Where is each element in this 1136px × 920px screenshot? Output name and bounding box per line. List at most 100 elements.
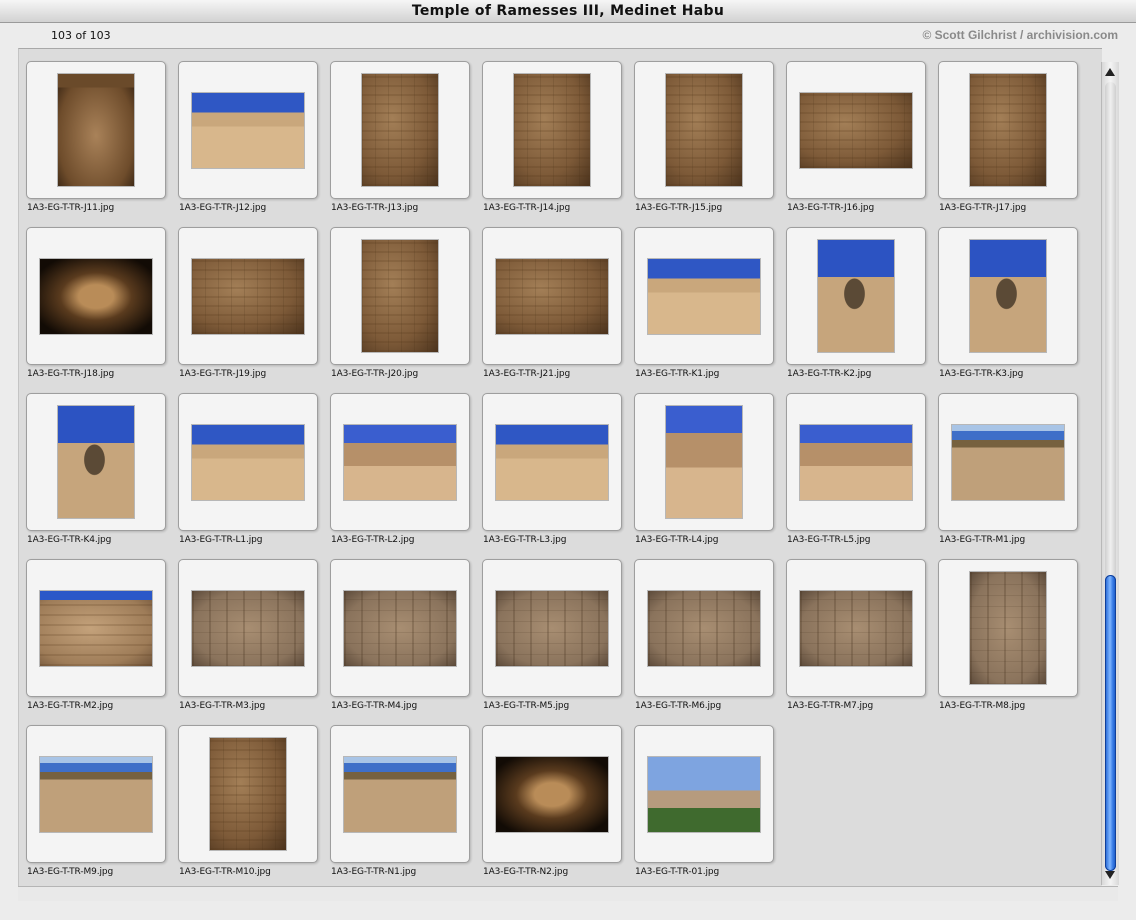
slide-mount[interactable] [786,227,926,365]
thumbnail-image[interactable] [58,406,134,518]
thumbnail-image[interactable] [514,74,590,186]
slide-mount[interactable] [634,227,774,365]
thumbnail-item[interactable]: 1A3-EG-T-TR-L2.jpg [323,381,475,547]
thumbnail-item[interactable]: 1A3-EG-T-TR-K2.jpg [779,215,931,381]
thumbnail-item[interactable]: 1A3-EG-T-TR-M6.jpg [627,547,779,713]
slide-mount[interactable] [330,559,470,697]
thumbnail-item[interactable]: 1A3-EG-T-TR-J21.jpg [475,215,627,381]
thumbnail-item[interactable]: 1A3-EG-T-TR-N1.jpg [323,713,475,879]
slide-mount[interactable] [26,227,166,365]
slide-mount[interactable] [938,559,1078,697]
thumbnail-image[interactable] [666,406,742,518]
thumbnail-item[interactable]: 1A3-EG-T-TR-M10.jpg [171,713,323,879]
thumbnail-item[interactable]: 1A3-EG-T-TR-L4.jpg [627,381,779,547]
slide-mount[interactable] [634,725,774,863]
thumbnail-item[interactable]: 1A3-EG-T-TR-J20.jpg [323,215,475,381]
thumbnail-item[interactable]: 1A3-EG-T-TR-J11.jpg [19,49,171,215]
thumbnail-item[interactable]: 1A3-EG-T-TR-M2.jpg [19,547,171,713]
slide-mount[interactable] [178,725,318,863]
thumbnail-image[interactable] [40,259,152,334]
thumbnail-item[interactable]: 1A3-EG-T-TR-M7.jpg [779,547,931,713]
thumbnail-image[interactable] [192,259,304,334]
slide-mount[interactable] [330,61,470,199]
thumbnail-item[interactable]: 1A3-EG-T-TR-L3.jpg [475,381,627,547]
slide-mount[interactable] [634,61,774,199]
thumbnail-item[interactable]: 1A3-EG-T-TR-L1.jpg [171,381,323,547]
thumbnail-image[interactable] [648,757,760,832]
slide-mount[interactable] [330,725,470,863]
thumbnail-image[interactable] [496,425,608,500]
thumbnail-item[interactable]: 1A3-EG-T-TR-M4.jpg [323,547,475,713]
thumbnail-item[interactable]: 1A3-EG-T-TR-M9.jpg [19,713,171,879]
vertical-scrollbar[interactable] [1101,62,1119,885]
thumbnail-item[interactable]: 1A3-EG-T-TR-J18.jpg [19,215,171,381]
slide-mount[interactable] [482,559,622,697]
slide-mount[interactable] [482,227,622,365]
thumbnail-image[interactable] [344,425,456,500]
slide-mount[interactable] [938,61,1078,199]
slide-mount[interactable] [330,393,470,531]
thumbnail-image[interactable] [818,240,894,352]
slide-mount[interactable] [482,393,622,531]
slide-mount[interactable] [482,61,622,199]
thumbnail-image[interactable] [210,738,286,850]
thumbnail-item[interactable]: 1A3-EG-T-TR-L5.jpg [779,381,931,547]
slide-mount[interactable] [938,393,1078,531]
thumbnail-image[interactable] [192,425,304,500]
thumbnail-image[interactable] [970,74,1046,186]
thumbnail-item[interactable]: 1A3-EG-T-TR-M5.jpg [475,547,627,713]
slide-mount[interactable] [482,725,622,863]
thumbnail-image[interactable] [666,74,742,186]
thumbnail-image[interactable] [496,757,608,832]
thumbnail-image[interactable] [800,591,912,666]
slide-mount[interactable] [178,393,318,531]
slide-mount[interactable] [786,393,926,531]
thumbnail-image[interactable] [496,591,608,666]
thumbnail-item[interactable]: 1A3-EG-T-TR-J19.jpg [171,215,323,381]
slide-mount[interactable] [26,61,166,199]
thumbnail-item[interactable]: 1A3-EG-T-TR-K4.jpg [19,381,171,547]
thumbnail-image[interactable] [40,591,152,666]
slide-mount[interactable] [178,559,318,697]
slide-mount[interactable] [26,559,166,697]
thumbnail-image[interactable] [344,591,456,666]
thumbnail-image[interactable] [648,259,760,334]
thumbnail-image[interactable] [40,757,152,832]
scroll-thumb[interactable] [1105,575,1116,871]
slide-mount[interactable] [634,393,774,531]
thumbnail-image[interactable] [648,591,760,666]
thumbnail-item[interactable]: 1A3-EG-T-TR-J14.jpg [475,49,627,215]
thumbnail-item[interactable]: 1A3-EG-T-TR-K3.jpg [931,215,1083,381]
thumbnail-item[interactable]: 1A3-EG-T-TR-J16.jpg [779,49,931,215]
slide-mount[interactable] [178,61,318,199]
slide-mount[interactable] [786,559,926,697]
thumbnail-item[interactable]: 1A3-EG-T-TR-J13.jpg [323,49,475,215]
thumbnail-item[interactable]: 1A3-EG-T-TR-01.jpg [627,713,779,879]
slide-mount[interactable] [26,725,166,863]
thumbnail-image[interactable] [192,93,304,168]
thumbnail-image[interactable] [800,425,912,500]
slide-mount[interactable] [26,393,166,531]
thumbnail-item[interactable]: 1A3-EG-T-TR-J15.jpg [627,49,779,215]
slide-mount[interactable] [178,227,318,365]
thumbnail-image[interactable] [192,591,304,666]
thumbnail-image[interactable] [58,74,134,186]
slide-mount[interactable] [330,227,470,365]
thumbnail-image[interactable] [362,74,438,186]
thumbnail-image[interactable] [970,572,1046,684]
scroll-up-arrow-icon[interactable] [1105,68,1115,76]
thumbnail-image[interactable] [344,757,456,832]
thumbnail-item[interactable]: 1A3-EG-T-TR-K1.jpg [627,215,779,381]
slide-mount[interactable] [634,559,774,697]
thumbnail-image[interactable] [800,93,912,168]
thumbnail-item[interactable]: 1A3-EG-T-TR-J12.jpg [171,49,323,215]
thumbnail-image[interactable] [362,240,438,352]
thumbnail-item[interactable]: 1A3-EG-T-TR-M8.jpg [931,547,1083,713]
scroll-down-arrow-icon[interactable] [1105,871,1115,879]
slide-mount[interactable] [786,61,926,199]
thumbnail-item[interactable]: 1A3-EG-T-TR-J17.jpg [931,49,1083,215]
thumbnail-image[interactable] [970,240,1046,352]
thumbnail-item[interactable]: 1A3-EG-T-TR-N2.jpg [475,713,627,879]
thumbnail-item[interactable]: 1A3-EG-T-TR-M3.jpg [171,547,323,713]
slide-mount[interactable] [938,227,1078,365]
